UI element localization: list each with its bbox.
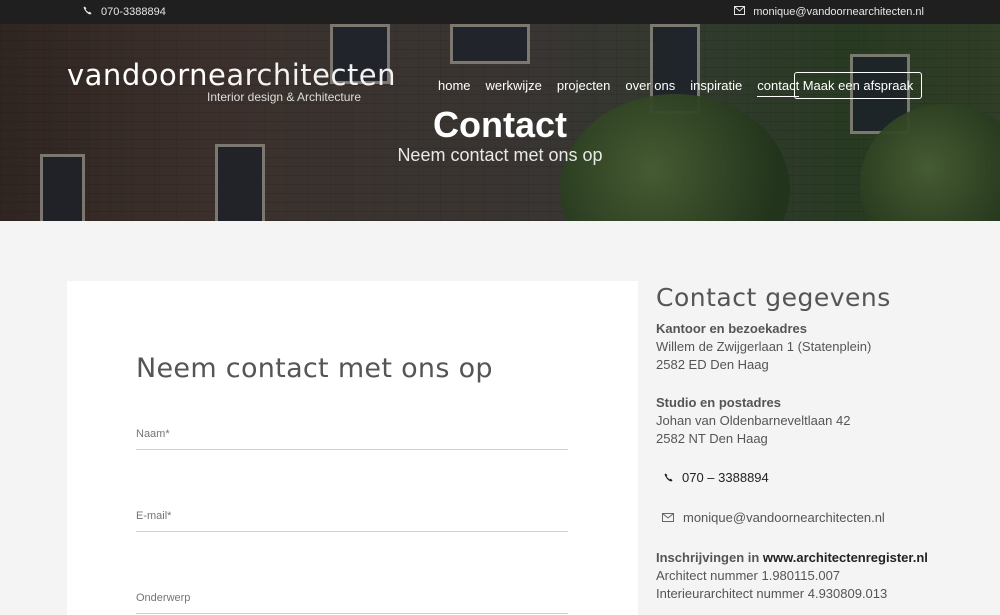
office-label: Kantoor en bezoekadres bbox=[656, 321, 807, 336]
studio-address-line2: 2582 NT Den Haag bbox=[656, 431, 768, 446]
logo-tagline: Interior design & Architecture bbox=[207, 90, 362, 104]
phone-icon bbox=[83, 6, 92, 18]
envelope-icon bbox=[662, 510, 674, 525]
page-subtitle: Neem contact met ons op bbox=[397, 145, 603, 165]
contact-phone-text[interactable]: 070 – 3388894 bbox=[682, 470, 769, 485]
contact-details: Contact gegevens Kantoor en bezoekadres … bbox=[656, 283, 956, 603]
page-title: Contact bbox=[433, 104, 567, 145]
nav-item-over-ons[interactable]: over ons bbox=[625, 78, 675, 97]
register-label: Inschrijvingen in bbox=[656, 550, 760, 565]
office-address-line2: 2582 ED Den Haag bbox=[656, 357, 769, 372]
architect-number: Architect nummer 1.980115.007 bbox=[656, 568, 841, 583]
hero-banner: vandoornearchitecten Interior design & A… bbox=[0, 24, 1000, 221]
logo-name-light[interactable]: architecten bbox=[226, 58, 396, 92]
site-logo[interactable]: vandoornearchitecten Interior design & A… bbox=[67, 60, 396, 104]
office-address-line1: Willem de Zwijgerlaan 1 (Statenplein) bbox=[656, 339, 872, 354]
nav-item-home[interactable]: home bbox=[438, 78, 471, 97]
subject-input[interactable] bbox=[136, 592, 568, 604]
contact-phone[interactable]: 070 – 3388894 bbox=[664, 470, 956, 485]
interior-architect-number: Interieurarchitect nummer 4.930809.013 bbox=[656, 586, 888, 601]
contact-form-card: Neem contact met ons op bbox=[67, 281, 638, 615]
studio-label: Studio en postadres bbox=[656, 395, 781, 410]
subject-field[interactable] bbox=[136, 592, 568, 614]
envelope-icon bbox=[734, 6, 746, 18]
top-bar: 070-3388894 monique@vandoornearchitecten… bbox=[0, 0, 1000, 24]
topbar-email-text[interactable]: monique@vandoornearchitecten.nl bbox=[753, 6, 924, 18]
email-input[interactable] bbox=[136, 510, 568, 522]
contact-email-text[interactable]: monique@vandoornearchitecten.nl bbox=[683, 510, 885, 525]
email-field[interactable] bbox=[136, 510, 568, 532]
form-title: Neem contact met ons op bbox=[136, 353, 493, 384]
nav-item-inspiratie[interactable]: inspiratie bbox=[690, 78, 742, 97]
name-field[interactable] bbox=[136, 428, 568, 450]
main-nav: home werkwijze projecten over ons inspir… bbox=[438, 78, 800, 97]
nav-item-contact[interactable]: contact bbox=[757, 78, 800, 97]
nav-item-projecten[interactable]: projecten bbox=[557, 78, 610, 97]
appointment-button[interactable]: Maak een afspraak bbox=[794, 72, 922, 99]
topbar-email[interactable]: monique@vandoornearchitecten.nl bbox=[734, 6, 924, 18]
contact-details-title: Contact gegevens bbox=[656, 283, 891, 312]
register-line: Inschrijvingen in www.architectenregiste… bbox=[656, 549, 956, 567]
topbar-phone[interactable]: 070-3388894 bbox=[83, 6, 166, 18]
logo-name-bold[interactable]: vandoorne bbox=[67, 58, 226, 92]
register-link[interactable]: www.architectenregister.nl bbox=[763, 550, 928, 565]
phone-icon bbox=[664, 470, 673, 485]
nav-item-werkwijze[interactable]: werkwijze bbox=[486, 78, 542, 97]
logo-wordmark[interactable]: vandoornearchitecten bbox=[67, 60, 396, 90]
name-input[interactable] bbox=[136, 428, 568, 440]
contact-email[interactable]: monique@vandoornearchitecten.nl bbox=[662, 510, 956, 525]
studio-address-line1: Johan van Oldenbarneveltlaan 42 bbox=[656, 413, 851, 428]
topbar-phone-text[interactable]: 070-3388894 bbox=[101, 6, 166, 18]
